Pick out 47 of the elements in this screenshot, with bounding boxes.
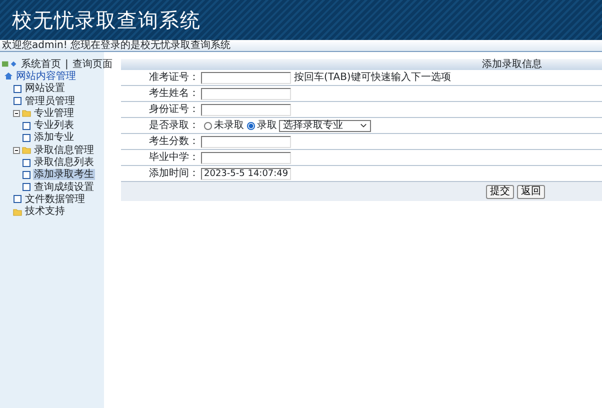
tree-item[interactable]: 查询成绩设置 (33, 182, 95, 193)
tree-item[interactable]: 网站设置 (24, 83, 66, 94)
home-icon (4, 72, 13, 80)
collapse-icon[interactable] (13, 110, 20, 117)
sidebar-link[interactable]: 系统首页 (20, 58, 62, 70)
radio-button[interactable] (204, 122, 212, 130)
sidebar-link[interactable]: 查询页面 (71, 58, 114, 70)
radio-label: 录取 (257, 119, 277, 133)
tree-item[interactable]: 技术支持 (24, 206, 66, 218)
input-field[interactable]: 2023-5-5 14:07:49 (201, 168, 291, 180)
input-field[interactable] (201, 72, 291, 84)
caret-icon (360, 123, 367, 128)
tree-item[interactable]: 专业列表 (33, 120, 75, 132)
tree-item[interactable]: 管理员管理 (24, 96, 76, 107)
form-button[interactable]: 返回 (517, 184, 545, 198)
tree-item[interactable]: 专业管理 (33, 108, 75, 119)
input-field[interactable] (201, 152, 291, 164)
form-title: 添加录取信息 (482, 60, 542, 70)
radio-button[interactable] (247, 122, 255, 130)
toolbar-icon (2, 60, 18, 68)
tree-item[interactable]: 网站内容管理 (15, 70, 77, 82)
collapse-icon[interactable] (13, 146, 20, 154)
field-label: 添加时间： (148, 166, 200, 181)
folder-icon (13, 208, 22, 216)
field-label: 身份证号： (148, 103, 200, 117)
tree-item[interactable]: 添加录取考生 (33, 169, 95, 180)
app-title: 校无忧录取查询系统 (12, 7, 201, 34)
input-field[interactable] (201, 104, 291, 116)
folder-icon (22, 146, 31, 154)
field-label: 准考证号： (148, 70, 200, 85)
field-label: 毕业中学： (148, 150, 200, 165)
radio-label: 未录取 (214, 118, 244, 133)
tree-item[interactable]: 录取信息管理 (33, 144, 95, 156)
folder-icon (22, 109, 31, 118)
welcome-text: 欢迎您admin! 您现在登录的是校无忧录取查询系统 (2, 40, 231, 50)
hint-text: 按回车(TAB)键可快速输入下一选项 (294, 70, 451, 85)
tree-item[interactable]: 添加专业 (33, 132, 75, 144)
field-label: 是否录取： (148, 119, 200, 133)
select-field[interactable]: 选择录取专业 (279, 120, 371, 132)
field-label: 考生姓名： (148, 86, 200, 101)
tree-item[interactable]: 录取信息列表 (33, 157, 95, 168)
input-field[interactable] (201, 136, 291, 148)
separator: | (64, 58, 70, 70)
tree-item[interactable]: 文件数据管理 (24, 194, 86, 205)
form-button[interactable]: 提交 (486, 184, 514, 198)
input-field[interactable] (201, 88, 291, 100)
field-label: 考生分数： (148, 134, 200, 149)
